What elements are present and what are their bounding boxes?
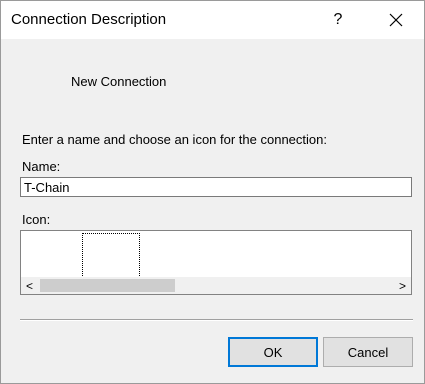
dialog-title: Connection Description xyxy=(11,11,167,28)
scroll-left-button[interactable]: < xyxy=(21,277,38,294)
icon-label: Icon: xyxy=(22,212,51,227)
separator xyxy=(20,319,413,321)
selected-icon-slot[interactable] xyxy=(82,233,140,276)
horizontal-scrollbar[interactable]: < > xyxy=(21,277,411,294)
ok-button[interactable]: OK xyxy=(228,337,318,367)
header-title: New Connection xyxy=(71,74,167,89)
help-button[interactable]: ? xyxy=(323,5,353,35)
instruction-text: Enter a name and choose an icon for the … xyxy=(22,132,327,147)
scroll-right-button[interactable]: > xyxy=(394,277,411,294)
chevron-right-icon: > xyxy=(398,278,406,293)
icon-list[interactable]: < > xyxy=(20,230,412,295)
name-label: Name: xyxy=(22,159,61,174)
close-button[interactable] xyxy=(381,5,411,35)
cancel-button[interactable]: Cancel xyxy=(323,337,413,367)
scroll-thumb[interactable] xyxy=(40,279,175,292)
chevron-left-icon: < xyxy=(25,278,33,293)
title-bar: Connection Description ? xyxy=(1,1,424,39)
close-icon xyxy=(389,13,403,27)
name-input[interactable] xyxy=(20,177,412,197)
connection-description-dialog: Connection Description ? New Connection … xyxy=(0,0,425,384)
